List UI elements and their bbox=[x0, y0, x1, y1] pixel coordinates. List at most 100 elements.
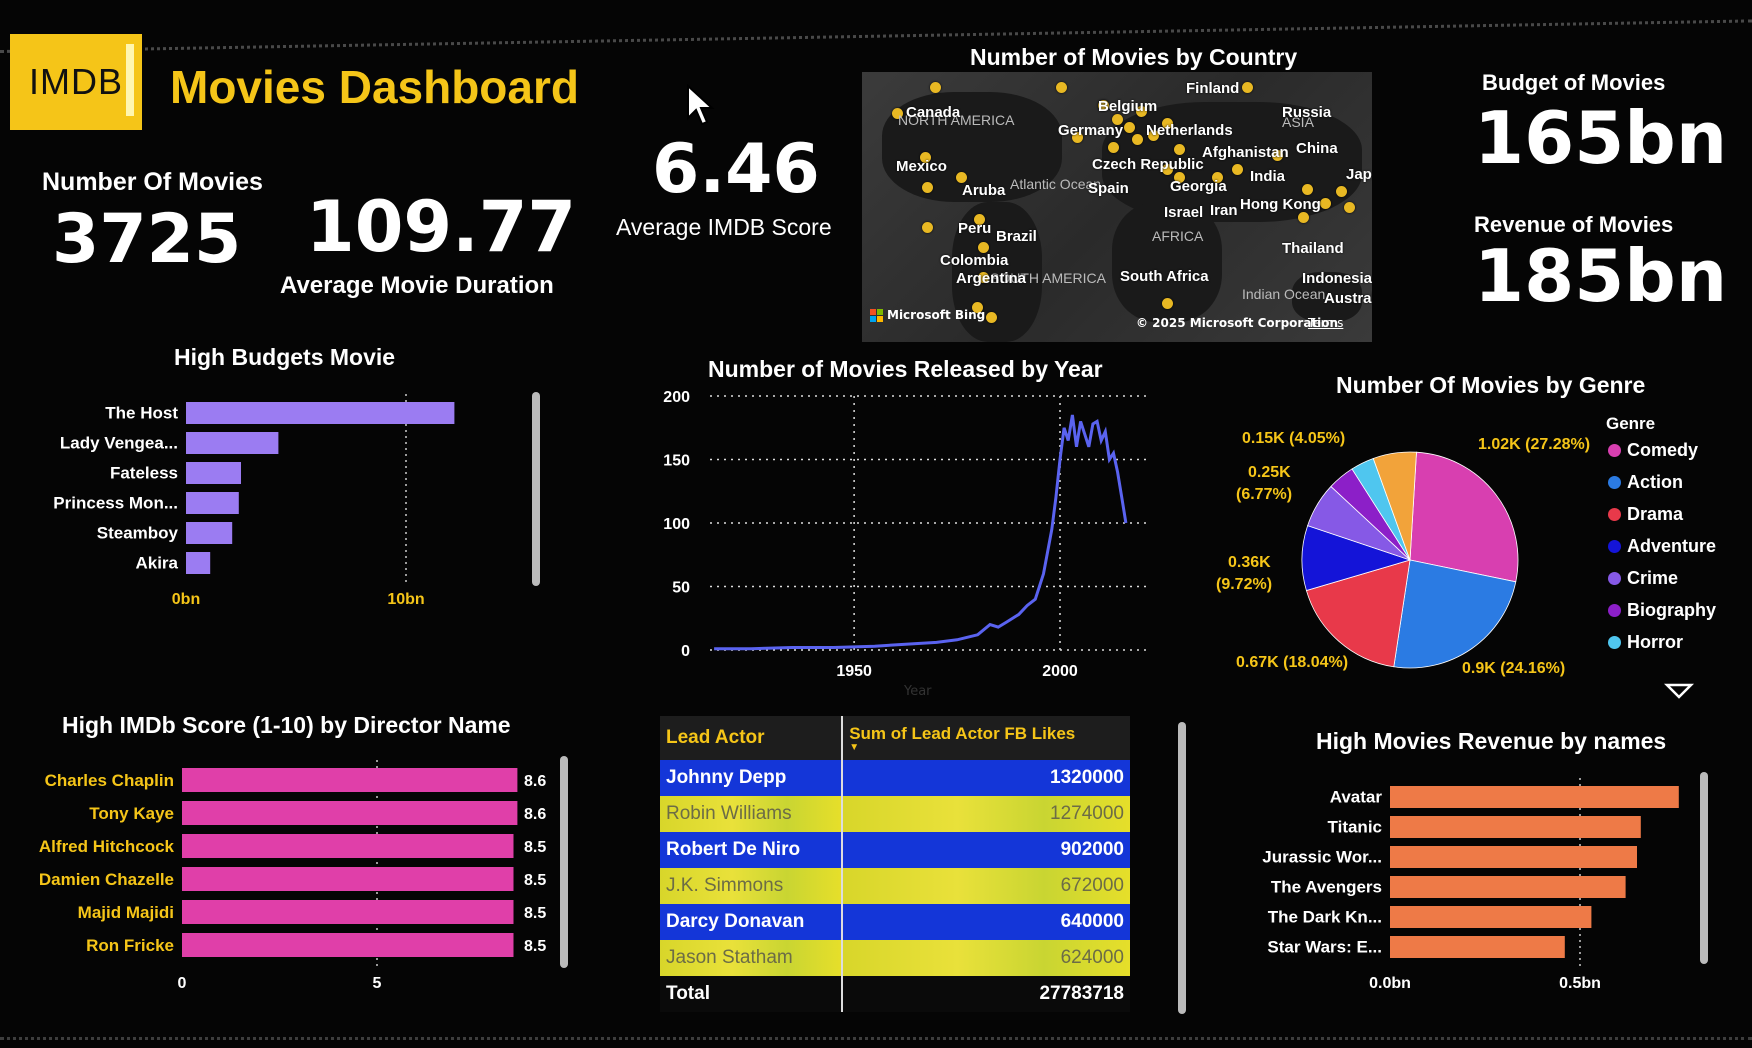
bar[interactable] bbox=[186, 492, 239, 514]
country-label: Thailand bbox=[1282, 240, 1344, 257]
bar[interactable] bbox=[1390, 786, 1679, 808]
region-label: Indian Ocean bbox=[1242, 286, 1326, 302]
genre-title: Number Of Movies by Genre bbox=[1336, 372, 1646, 398]
actor-name: Darcy Donavan bbox=[660, 904, 844, 940]
table-row[interactable]: Darcy Donavan 640000 bbox=[660, 904, 1130, 940]
country-label: Germany bbox=[1058, 122, 1124, 139]
y-tick-label: 200 bbox=[663, 389, 690, 406]
map-dot[interactable] bbox=[1162, 298, 1173, 309]
bar[interactable] bbox=[1390, 936, 1565, 958]
legend-scroll-down-icon[interactable] bbox=[1664, 682, 1694, 700]
country-map[interactable]: NORTH AMERICA ASIA Atlantic Ocean AFRICA… bbox=[862, 72, 1372, 342]
avg-duration-label: Average Movie Duration bbox=[280, 272, 554, 299]
legend-label: Crime bbox=[1627, 568, 1679, 588]
country-label: Brazil bbox=[996, 228, 1037, 245]
map-dot[interactable] bbox=[1174, 144, 1185, 155]
avg-score-label: Average IMDB Score bbox=[616, 214, 832, 240]
legend-item[interactable]: Adventure bbox=[1608, 536, 1716, 557]
map-dot[interactable] bbox=[1132, 134, 1143, 145]
actors-table-scrollbar[interactable] bbox=[1178, 722, 1186, 1014]
country-label: Czech Republic bbox=[1092, 156, 1204, 173]
country-label: Netherlands bbox=[1146, 122, 1233, 139]
bar[interactable] bbox=[1390, 906, 1592, 928]
bar[interactable] bbox=[182, 933, 514, 957]
pie-label-biography: 0.15K (4.05%) bbox=[1242, 430, 1346, 447]
bar[interactable] bbox=[182, 900, 514, 924]
value-label: 8.5 bbox=[524, 872, 546, 889]
map-dot[interactable] bbox=[986, 312, 997, 323]
map-dot[interactable] bbox=[1298, 212, 1309, 223]
map-dot[interactable] bbox=[930, 82, 941, 93]
table-row[interactable]: Jason Statham 624000 bbox=[660, 940, 1130, 976]
map-dot[interactable] bbox=[1108, 142, 1119, 153]
bar[interactable] bbox=[186, 522, 233, 544]
country-label: China bbox=[1296, 140, 1338, 157]
country-label: Finland bbox=[1186, 80, 1240, 97]
bar[interactable] bbox=[1390, 876, 1626, 898]
table-row[interactable]: Robert De Niro 902000 bbox=[660, 832, 1130, 868]
legend-item[interactable]: Comedy bbox=[1608, 440, 1716, 461]
directors-scrollbar[interactable] bbox=[560, 756, 568, 968]
category-label: Avatar bbox=[1330, 788, 1383, 807]
y-tick-label: 100 bbox=[663, 516, 690, 533]
total-value: 27783718 bbox=[842, 976, 1130, 1012]
map-dot[interactable] bbox=[1336, 186, 1347, 197]
pie-slice[interactable] bbox=[1409, 451, 1519, 583]
table-row[interactable]: J.K. Simmons 672000 bbox=[660, 868, 1130, 904]
bar[interactable] bbox=[186, 552, 211, 574]
bar[interactable] bbox=[1390, 846, 1637, 868]
high-budget-scrollbar[interactable] bbox=[532, 392, 540, 586]
revenue-scrollbar[interactable] bbox=[1700, 772, 1708, 964]
y-tick-label: 0 bbox=[681, 643, 690, 660]
budget-value: 165bn bbox=[1474, 96, 1728, 180]
value-label: 8.5 bbox=[524, 938, 546, 955]
legend-swatch bbox=[1608, 508, 1621, 521]
map-dot[interactable] bbox=[1232, 164, 1243, 175]
legend-label: Action bbox=[1627, 472, 1683, 492]
legend-item[interactable]: Horror bbox=[1608, 632, 1716, 653]
col-fb-likes[interactable]: Sum of Lead Actor FB Likes ▼ bbox=[842, 716, 1130, 760]
country-label: Peru bbox=[958, 220, 992, 237]
legend-item[interactable]: Drama bbox=[1608, 504, 1716, 525]
bar[interactable] bbox=[186, 462, 241, 484]
category-label: Damien Chazelle bbox=[39, 870, 174, 889]
high-budget-title: High Budgets Movie bbox=[174, 344, 396, 370]
legend-item[interactable]: Biography bbox=[1608, 600, 1716, 621]
genre-pie-chart bbox=[1301, 451, 1519, 669]
legend-label: Drama bbox=[1627, 504, 1684, 524]
bar[interactable] bbox=[182, 867, 514, 891]
bar[interactable] bbox=[1390, 816, 1641, 838]
map-dot[interactable] bbox=[1056, 82, 1067, 93]
bing-attribution: Microsoft Bing bbox=[870, 308, 985, 322]
category-label: Jurassic Wor... bbox=[1262, 848, 1382, 867]
map-dot[interactable] bbox=[1302, 184, 1313, 195]
bar[interactable] bbox=[186, 432, 279, 454]
legend-item[interactable]: Crime bbox=[1608, 568, 1716, 589]
axis-tick-label: 10bn bbox=[387, 591, 424, 608]
map-dot[interactable] bbox=[1242, 82, 1253, 93]
legend-swatch bbox=[1608, 476, 1621, 489]
col-lead-actor[interactable]: Lead Actor bbox=[660, 716, 844, 760]
category-label: Star Wars: E... bbox=[1267, 938, 1382, 957]
legend-item[interactable]: Action bbox=[1608, 472, 1716, 493]
legend-label: Biography bbox=[1627, 600, 1717, 620]
sort-desc-icon: ▼ bbox=[849, 742, 860, 753]
map-dot[interactable] bbox=[922, 222, 933, 233]
map-dot[interactable] bbox=[1344, 202, 1355, 213]
map-terms-link[interactable]: Terms bbox=[1308, 316, 1343, 330]
category-label: Ron Fricke bbox=[86, 936, 174, 955]
table-row[interactable]: Robin Williams 1274000 bbox=[660, 796, 1130, 832]
bar[interactable] bbox=[182, 834, 514, 858]
country-label: Hong Kong bbox=[1240, 196, 1321, 213]
bar[interactable] bbox=[186, 402, 455, 424]
genre-legend-title: Genre bbox=[1606, 414, 1656, 433]
bar[interactable] bbox=[182, 801, 518, 825]
bar[interactable] bbox=[182, 768, 518, 792]
map-dot[interactable] bbox=[1320, 198, 1331, 209]
actor-likes: 902000 bbox=[842, 832, 1130, 868]
legend-label: Adventure bbox=[1627, 536, 1717, 556]
map-dot[interactable] bbox=[1124, 122, 1135, 133]
country-label: Argentina bbox=[956, 270, 1027, 287]
map-dot[interactable] bbox=[922, 182, 933, 193]
table-row[interactable]: Johnny Depp 1320000 bbox=[660, 760, 1130, 796]
